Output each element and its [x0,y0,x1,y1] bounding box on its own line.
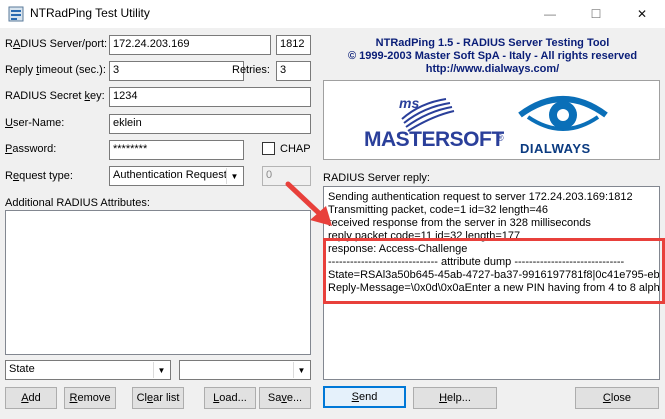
close-icon: ✕ [636,7,648,21]
chap-label: CHAP [280,143,311,155]
dialways-eye-logo [518,96,608,131]
server-port-label: RADIUS Server/port: [5,38,108,50]
retries-label: Retries: [232,64,270,76]
window-title: NTRadPing Test Utility [30,6,150,20]
remove-button[interactable]: Remove [64,387,116,409]
chap-checkbox[interactable] [262,142,275,155]
request-type-value: Authentication Request [113,169,227,181]
mastersoft-wordmark: MASTERSOFT [364,128,504,151]
attribute-value-select[interactable]: ▼ [179,360,311,380]
chevron-down-icon: ▼ [153,362,169,378]
reply-line: received response from the server in 328… [328,217,591,229]
password-label: Password: [5,143,57,155]
header-copyright: © 1999-2003 Master Soft SpA - Italy - Al… [347,50,638,62]
add-button[interactable]: Add [5,387,57,409]
help-button[interactable]: Help... [413,387,497,409]
user-name-label: User-Name: [5,117,65,129]
reply-timeout-input[interactable]: 3 [109,61,244,81]
user-name-input[interactable]: eklein [109,114,311,134]
secret-key-label: RADIUS Secret key: [5,90,105,102]
maximize-button[interactable]: ☐ [573,0,619,28]
annotation-highlight-box [323,238,665,304]
password-input[interactable]: ******** [109,140,244,160]
attribute-name-select[interactable]: State ▼ [5,360,171,380]
retries-input[interactable]: 3 [276,61,311,81]
mastersoft-mark: ms [399,95,420,111]
logo-panel: ms MASTERSOFT ® DIALWAYS [323,80,660,160]
attributes-list[interactable] [5,210,311,355]
maximize-icon: ☐ [590,7,602,21]
port-input[interactable]: 1812 [276,35,311,55]
minimize-button[interactable]: — [527,0,573,28]
chevron-down-icon: ▼ [226,168,242,184]
dialways-wordmark: DIALWAYS [520,141,591,156]
save-button[interactable]: Sa v e... [259,387,311,409]
header-url: http://www.dialways.com/ [425,63,560,75]
annotation-arrow [285,181,332,226]
registered-mark: ® [497,133,504,143]
attribute-name-value: State [9,363,35,375]
chevron-down-icon: ▼ [293,362,309,378]
send-button[interactable]: Send [323,386,406,408]
reply-line: Sending authentication request to server… [328,191,633,203]
reply-line: Transmitting packet, code=1 id=32 length… [328,204,549,216]
header-title: NTRadPing 1.5 - RADIUS Server Testing To… [375,37,610,49]
load-button[interactable]: Load... [204,387,256,409]
app-icon [8,6,24,22]
additional-attributes-label: Additional RADIUS Attributes: [5,197,150,209]
reply-timeout-label: Reply timeout (sec.): [5,64,106,76]
request-type-select[interactable]: Authentication Request ▼ [109,166,244,186]
title-bar: NTRadPing Test Utility — ☐ ✕ [0,0,665,28]
close-button[interactable]: Close [575,387,659,409]
request-type-label: Request type: [5,170,73,182]
clear-list-button[interactable]: Cl e ar list [132,387,184,409]
minimize-icon: — [544,7,556,21]
close-window-button[interactable]: ✕ [619,0,665,28]
server-address-input[interactable]: 172.24.203.169 [109,35,271,55]
secret-key-input[interactable]: 1234 [109,87,311,107]
